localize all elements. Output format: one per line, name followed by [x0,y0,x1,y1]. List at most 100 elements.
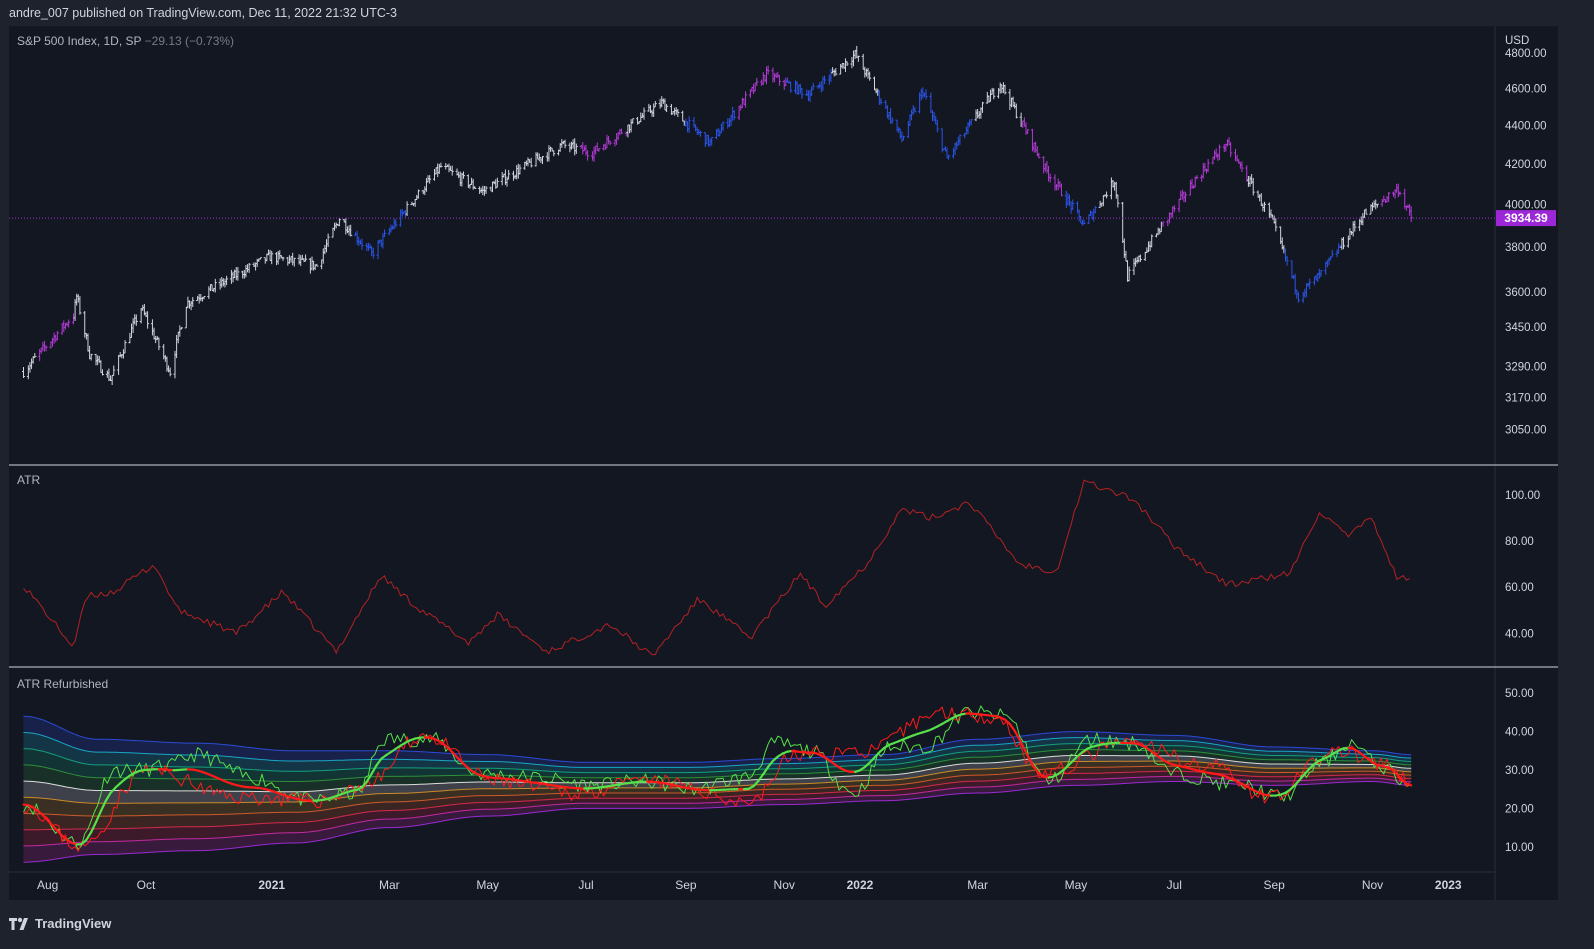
ohlc-bar [234,266,238,281]
chart-frame[interactable]: S&P 500 Index, 1D, SP −29.13 (−0.73%) 393… [9,26,1558,900]
ohlc-bar [1019,112,1023,128]
ohlc-bar [297,254,301,265]
ohlc-bar [78,296,82,315]
ohlc-bar [505,176,509,187]
ohlc-bar [1021,120,1025,128]
ohlc-bar [434,167,438,175]
ohlc-bar [547,145,551,162]
ohlc-bar [515,165,519,180]
refurbished-tick-label: 40.00 [1505,727,1534,739]
ohlc-bar [75,293,79,306]
ohlc-bar [1045,160,1049,174]
ohlc-bar [179,327,183,330]
ohlc-bar [495,177,499,188]
price-tick-label: 4400.00 [1505,120,1547,132]
ohlc-bar [478,186,482,194]
ohlc-bar [910,109,914,121]
ohlc-bar [191,297,195,308]
ohlc-bar [742,98,746,105]
ohlc-bar [1092,208,1096,222]
ohlc-bar [603,143,607,150]
ohlc-bar [1201,162,1205,179]
ohlc-bar [755,77,759,87]
ohlc-bar [586,150,590,161]
ohlc-bar [980,101,984,113]
ohlc-bar [885,105,889,119]
ohlc-bar [413,198,417,207]
time-tick-label: 2021 [258,878,285,892]
ohlc-bar [992,88,996,100]
time-tick-label: May [476,878,499,892]
ohlc-bar [424,177,428,192]
ohlc-bar [695,126,699,135]
ohlc-bar [595,142,599,151]
ohlc-bar [1245,165,1249,182]
ohlc-bar [1013,101,1017,109]
ohlc-bar [665,103,669,113]
time-tick-label: Nov [774,878,795,892]
atr-series-line [23,479,1410,656]
ohlc-bar [765,66,769,85]
ohlc-bar [935,119,939,133]
ohlc-bar [218,278,222,290]
ohlc-bar [52,332,56,344]
ohlc-bar [436,163,440,178]
ohlc-bar [462,171,466,179]
time-tick-label: 2022 [847,878,874,892]
ohlc-bar [1126,260,1130,282]
ohlc-bar [276,250,280,265]
footer-brand[interactable]: TradingView [9,916,111,931]
ohlc-bar [1116,194,1120,208]
ohlc-bar [692,116,696,128]
ohlc-bar [819,81,823,93]
ohlc-bar [458,171,462,187]
ohlc-bar [304,254,308,262]
ohlc-bar [864,68,868,77]
ohlc-bar [560,139,564,148]
ohlc-bar [1385,195,1389,203]
ohlc-bar [897,126,901,134]
ohlc-bar [529,157,533,168]
ohlc-bar [653,100,657,108]
ohlc-bar [473,186,477,189]
ohlc-bar [1304,283,1308,298]
ohlc-bar [117,354,121,375]
ohlc-bar [1037,152,1041,159]
ohlc-bar [1195,175,1199,180]
tradingview-logo-icon [9,917,28,930]
ohlc-bar [1161,221,1165,227]
ohlc-bar [752,83,756,95]
ohlc-bar [38,349,42,362]
ohlc-bar [231,271,235,283]
ohlc-bar [188,300,192,309]
ohlc-bar [1024,122,1028,135]
ohlc-bar [118,352,122,358]
ohlc-bar [1263,201,1267,212]
ohlc-bar [308,257,312,274]
ohlc-bar [1180,189,1184,200]
ohlc-bar [1251,177,1255,196]
ohlc-bar [60,323,64,335]
refurbished-tick-label: 10.00 [1505,842,1534,854]
ohlc-bar [1337,243,1341,254]
ohlc-bar [573,138,577,156]
ohlc-bar [1177,198,1181,213]
ohlc-bar [908,114,912,127]
ohlc-bar [289,256,293,263]
ohlc-bar [368,243,372,249]
ohlc-bar [1250,174,1254,185]
ohlc-bar [694,124,698,132]
ohlc-bar [887,111,891,120]
ohlc-bar [223,278,227,288]
chart-canvas[interactable]: S&P 500 Index, 1D, SP −29.13 (−0.73%) 393… [9,26,1558,900]
ohlc-bar [763,74,767,83]
ohlc-bar [1325,259,1329,268]
ohlc-bar [574,143,578,154]
ohlc-bar [1408,204,1412,216]
ohlc-bar [1205,168,1209,174]
ohlc-bar [619,128,623,135]
ohlc-bar [1166,219,1170,227]
ohlc-bar [777,75,781,86]
time-tick-label: Aug [37,878,58,892]
refurbished-tick-label: 30.00 [1505,765,1534,777]
